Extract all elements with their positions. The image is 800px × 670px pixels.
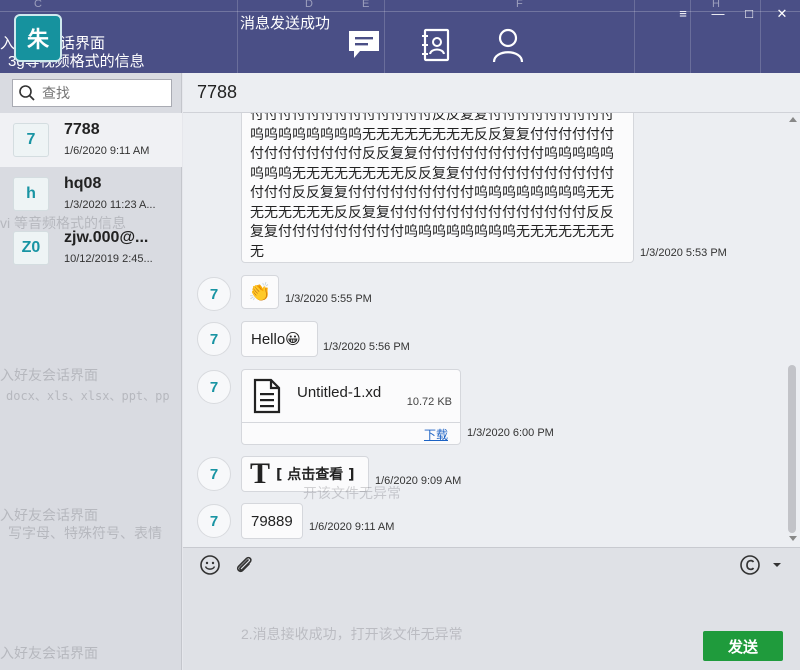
contact-avatar: 7 [13,123,49,157]
search-box[interactable] [12,79,172,107]
contact-avatar: Z0 [13,231,49,265]
contact-item[interactable]: Z0 zjw.000@... 10/12/2019 2:45... [0,221,182,275]
bg-text: 入好友会话界面 [0,507,98,523]
message-bubble: 付付付付付付付付付付付付付反反复复付付付付付付付付付呜呜呜呜呜呜呜呜无无无无无无… [241,113,634,263]
top-bar: C D E F H 入好友会话界面 3g等视频格式的信息 消息发送成功 朱 ≡ … [0,0,800,73]
message-time: 1/6/2020 9:09 AM [375,475,462,487]
message-bubble: 👏 [241,275,279,309]
bg-text: docx、xls、xlsx、ppt、pp [6,389,170,403]
sender-avatar: 7 [197,370,231,404]
message-input-area[interactable]: 2.消息接收成功，打开该文件无异常 发送 [183,547,800,670]
divider [242,422,460,423]
view-link[interactable]: [ 点击查看 ] [276,464,355,484]
bg-text: 2.消息接收成功，打开该文件无异常 [241,626,463,642]
message-time: 1/3/2020 5:53 PM [640,247,727,259]
bg-text: 写字母、特殊符号、表情 [8,525,162,541]
my-avatar[interactable]: 朱 [14,14,62,62]
chat-title: 7788 [197,82,238,102]
file-name: Untitled-1.xd [297,384,382,401]
download-link[interactable]: 下载 [424,426,448,443]
contact-name: 7788 [64,121,100,138]
message-time: 1/3/2020 5:55 PM [285,293,372,305]
column-header: F [516,0,523,10]
chat-header: 7788 [183,73,800,113]
close-button[interactable]: ✕ [772,6,792,22]
sender-avatar: 7 [197,457,231,491]
scroll-up-arrow[interactable] [789,117,797,122]
message-time: 1/3/2020 5:56 PM [323,341,410,353]
status-text: 消息发送成功 [240,15,331,32]
bg-text: 入好友会话界面 [0,367,98,383]
contact-item[interactable]: h hq08 1/3/2020 11:23 A... [0,167,182,221]
contact-item[interactable]: 7 7788 1/6/2020 9:11 AM [0,113,182,167]
sender-avatar: 7 [197,504,231,538]
copyright-circle-icon[interactable] [739,554,761,576]
sender-avatar: 7 [197,322,231,356]
bg-text: 入好友会话界面 [0,645,98,661]
message-text: 付付付付付付付付付付付付付反反复复付付付付付付付付付呜呜呜呜呜呜呜呜无无无无无无… [250,113,614,260]
grid-line [384,0,385,73]
message-time: 1/3/2020 6:00 PM [467,427,554,439]
chevron-down-icon[interactable] [771,559,783,571]
message-text: Hello😀 [251,331,301,348]
maximize-button[interactable]: □ [739,6,759,22]
document-icon [253,378,281,414]
message-list[interactable]: 付付付付付付付付付付付付付反反复复付付付付付付付付付呜呜呜呜呜呜呜呜无无无无无无… [183,113,786,547]
contact-time: 1/6/2020 9:11 AM [64,145,150,157]
column-header: C [34,0,42,10]
user-icon[interactable] [490,27,526,63]
chat-bubble-icon[interactable] [346,27,382,63]
contact-name: zjw.000@... [64,229,149,246]
text-file-icon: T [250,457,271,490]
message-text: 79889 [251,512,293,530]
contact-avatar: h [13,177,49,211]
contact-time: 10/12/2019 2:45... [64,253,153,265]
send-button[interactable]: 发送 [703,631,783,661]
file-message[interactable]: Untitled-1.xd 10.72 KB 下载 [241,369,461,445]
scrollbar[interactable] [786,113,800,547]
address-book-icon[interactable] [418,27,454,63]
contact-time: 1/3/2020 11:23 A... [64,199,156,211]
contact-sidebar: 7 7788 1/6/2020 9:11 AM h hq08 1/3/2020 … [0,73,182,670]
message-time: 1/6/2020 9:11 AM [309,521,395,533]
column-header: E [362,0,370,10]
message-bubble: 79889 [241,503,303,539]
minimize-button[interactable]: — [708,6,728,22]
sender-avatar: 7 [197,277,231,311]
file-size: 10.72 KB [406,396,452,408]
grid-line [634,0,635,73]
paperclip-icon[interactable] [233,554,255,576]
scroll-down-arrow[interactable] [789,536,797,541]
search-icon [19,85,35,101]
contact-name: hq08 [64,175,102,192]
grid-line [760,0,761,73]
grid-line [237,0,238,73]
scroll-thumb[interactable] [788,365,796,533]
menu-button[interactable]: ≡ [673,6,693,22]
search-input[interactable] [42,85,162,101]
smiley-icon[interactable] [199,554,221,576]
column-header: D [305,0,313,10]
message-bubble[interactable]: T [ 点击查看 ] [241,456,369,492]
message-bubble: Hello😀 [241,321,318,357]
message-text: 👏 [248,281,272,302]
